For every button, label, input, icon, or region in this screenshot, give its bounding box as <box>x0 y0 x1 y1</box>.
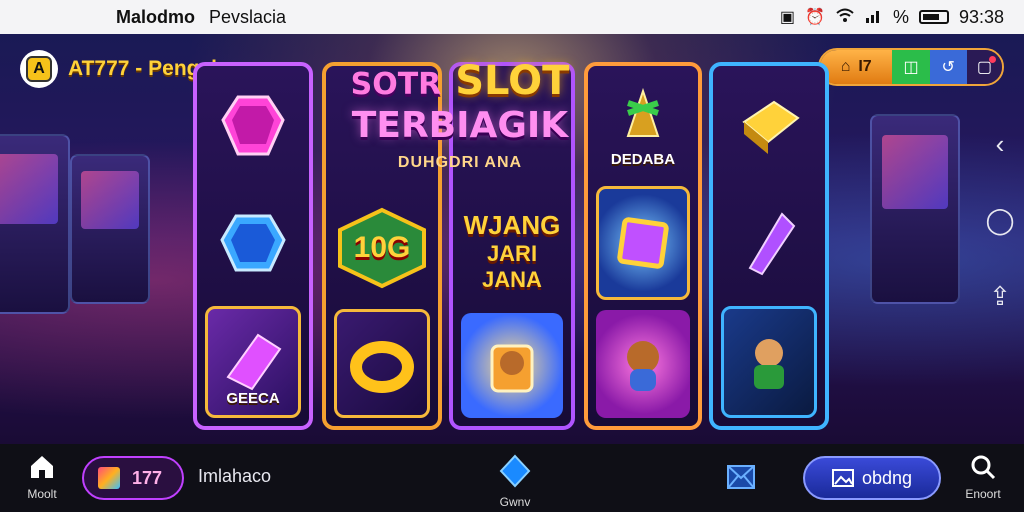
counter-button[interactable]: ⌂ I7 <box>820 50 893 84</box>
symbol-gold-bar[interactable] <box>721 74 817 180</box>
history-button[interactable]: ↺ <box>929 50 967 84</box>
bg-arcade-left-2 <box>70 154 150 304</box>
nav-gem-label: Gwnv <box>499 495 531 509</box>
symbol-label-line1: WJANG <box>463 209 561 240</box>
bg-arcade-left <box>0 134 70 314</box>
nav-gem[interactable]: Gwnv <box>490 454 540 509</box>
reel-1: GEECA <box>193 62 313 430</box>
signal-icon <box>865 7 883 28</box>
search-icon <box>971 455 996 480</box>
symbol-10g-badge[interactable]: 10G <box>334 197 430 300</box>
history-icon: ↺ <box>941 59 955 76</box>
bg-arcade-right <box>870 114 960 304</box>
brand-logo: A <box>20 50 58 88</box>
cta-button[interactable]: obdng <box>803 456 941 500</box>
symbol-spacer <box>334 74 430 187</box>
symbol-crystal-gecca[interactable]: GEECA <box>205 306 301 418</box>
reel-2: 10G <box>322 62 442 430</box>
home-icon <box>31 456 53 478</box>
circle-icon[interactable]: ◯ <box>984 204 1016 236</box>
image-icon <box>831 469 854 487</box>
status-time: 93:38 <box>958 6 1004 27</box>
top-controls: ⌂ I7 ◫ ↺ ▢ <box>818 48 1004 86</box>
nav-menu-text[interactable]: Imlahaco <box>198 466 271 487</box>
back-icon[interactable]: ‹ <box>984 128 1016 160</box>
symbol-blue-gem[interactable] <box>205 190 301 296</box>
message-button[interactable]: ▢ <box>966 50 1002 84</box>
status-app-name: Malodmo <box>116 6 195 27</box>
mail-button[interactable] <box>726 462 756 492</box>
cart-icon: ⌂ <box>840 58 851 75</box>
status-bar: Malodmo Pevslacia ▣ ⏰ % 93:38 <box>0 0 1024 34</box>
coin-balance-button[interactable]: 177 <box>82 456 184 500</box>
share-icon[interactable]: ⇪ <box>984 280 1016 312</box>
gift-button[interactable]: ◫ <box>892 50 930 84</box>
symbol-corn-bow[interactable]: DEDABA <box>596 74 690 176</box>
symbol-label: GEECA <box>226 390 280 407</box>
wifi-icon <box>835 7 855 28</box>
counter-value: I7 <box>858 58 872 75</box>
nav-search[interactable]: Enoort <box>958 454 1008 501</box>
coin-icon <box>98 467 120 489</box>
bottom-nav: Moolt 177 Imlahaco Gwnv obdng Enoort <box>0 444 1024 512</box>
symbol-purple-gem-frame[interactable] <box>596 186 690 301</box>
status-right: ▣ ⏰ % 93:38 <box>780 7 1004 28</box>
notification-icon: ▣ <box>779 9 796 26</box>
side-system-icons: ‹ ◯ ⇪ <box>984 128 1016 312</box>
battery-icon <box>918 10 949 24</box>
symbol-label: DEDABA <box>610 151 676 169</box>
alarm-icon: ⏰ <box>805 9 825 26</box>
symbol-monkey[interactable] <box>596 310 690 418</box>
symbol-wjang-text[interactable]: WJANG JARI JANA <box>461 199 563 304</box>
nav-home[interactable]: Moolt <box>20 454 64 501</box>
reel-5 <box>709 62 829 430</box>
symbol-pink-gem[interactable] <box>205 74 301 180</box>
status-subtitle: Pevslacia <box>209 6 287 27</box>
symbol-adventurer[interactable] <box>721 306 817 418</box>
symbol-gold-ring[interactable] <box>334 309 430 418</box>
symbol-label: 10G <box>353 231 411 265</box>
nav-home-label: Moolt <box>27 487 57 501</box>
symbol-label-line2: JARI JANA <box>482 240 542 292</box>
gift-icon: ◫ <box>903 59 919 76</box>
cta-label: obdng <box>861 467 913 488</box>
symbol-dog-lantern[interactable] <box>461 313 563 418</box>
reel-3: WJANG JARI JANA <box>449 62 575 430</box>
coin-value: 177 <box>132 467 163 488</box>
gem-icon <box>499 454 531 488</box>
symbol-spacer <box>461 74 563 189</box>
mail-icon <box>727 465 755 489</box>
nav-search-label: Enoort <box>965 487 1001 501</box>
notification-dot <box>989 56 996 63</box>
symbol-purple-shard[interactable] <box>721 190 817 296</box>
battery-percent: % <box>892 6 909 27</box>
reel-4: DEDABA <box>584 62 702 430</box>
